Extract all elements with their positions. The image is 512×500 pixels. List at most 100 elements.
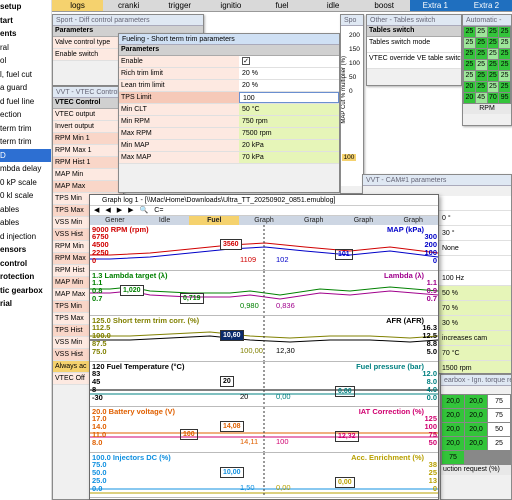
automatic-cell[interactable]: 70 [487, 93, 499, 103]
top-tab-idle[interactable]: idle [308, 0, 359, 11]
gearbox-cell[interactable]: 20,0 [465, 409, 487, 422]
graph-toolbar-button[interactable]: 🔍 [140, 206, 149, 215]
tables-switch-window[interactable]: Other - Tables switch Tables switch Tabl… [366, 14, 462, 86]
sidebar-item[interactable]: l, fuel cut [0, 68, 51, 82]
graph-toolbar-button[interactable]: ◀ [94, 206, 99, 215]
automatic-cell[interactable]: 25 [499, 49, 510, 59]
enable-checkbox[interactable]: ✓ [242, 57, 250, 66]
sidebar-item[interactable]: D [0, 148, 51, 162]
automatic-cell[interactable]: 25 [487, 82, 499, 92]
sport-diff-title[interactable]: Sport - Diff control parameters [53, 15, 203, 26]
spot-title[interactable]: Spo [341, 15, 363, 26]
graph-log-title[interactable]: Graph log 1 - [\\Mac\Home\Downloads\Ultr… [90, 195, 438, 206]
sidebar-item[interactable]: d injection [0, 230, 51, 244]
sidebar-item[interactable]: tart [0, 14, 51, 28]
automatic-cell[interactable]: 25 [487, 49, 499, 59]
graph-tab-fuel[interactable]: Fuel [189, 216, 240, 225]
vvt-cam-value[interactable]: increases cam [439, 331, 511, 346]
vvt-cam-value[interactable]: None [439, 241, 511, 256]
automatic-cell[interactable]: 25 [475, 49, 487, 59]
vvt-cam-value[interactable] [439, 256, 511, 271]
automatic-cell[interactable]: 20 [464, 93, 475, 103]
automatic-cell[interactable]: 25 [475, 27, 487, 37]
spot-selected[interactable]: 100 [342, 154, 356, 161]
fueling-row-value[interactable]: 100 [239, 92, 339, 103]
graph-toolbar-button[interactable]: ◀ [105, 206, 110, 215]
gearbox-cell[interactable]: 75 [488, 409, 510, 422]
fueling-row-value[interactable]: 20 % [239, 68, 339, 79]
automatic-cell[interactable]: 25 [475, 71, 487, 81]
top-tab-ignitio[interactable]: ignitio [205, 0, 256, 11]
gearbox-cell[interactable]: 50 [488, 423, 510, 436]
gearbox-cell[interactable]: 20,0 [442, 395, 464, 408]
graph-toolbar-button[interactable]: C= [154, 206, 163, 215]
graph-tab-graph[interactable]: Graph [388, 216, 438, 225]
automatic-cell[interactable]: 95 [499, 93, 510, 103]
automatic-cell[interactable]: 25 [499, 60, 510, 70]
sidebar-item[interactable]: rial [0, 297, 51, 311]
gearbox-cell[interactable]: 20,0 [442, 437, 464, 450]
automatic-title[interactable]: Automatic - [463, 15, 511, 26]
spot-window[interactable]: Spo MAP Cut % multiplier (%) 200 150 100 50… [340, 14, 364, 194]
automatic-cell[interactable]: 25 [464, 38, 475, 48]
fueling-row-value[interactable]: ✓ [239, 56, 339, 67]
sidebar-item[interactable]: ables [0, 203, 51, 217]
graph-panel[interactable]: 120 Fuel Temperature (°C) Fuel pressure (… [90, 361, 438, 407]
automatic-cell[interactable]: 25 [464, 27, 475, 37]
vvt-cam-value[interactable]: 50 % [439, 286, 511, 301]
sidebar-item[interactable]: 0 kl scale [0, 189, 51, 203]
fueling-row-value[interactable]: 7500 rpm [239, 128, 339, 139]
graph-toolbar-button[interactable]: ▶ [117, 206, 122, 215]
automatic-cell[interactable]: 25 [499, 82, 510, 92]
tables-switch-title[interactable]: Other - Tables switch [367, 15, 461, 26]
vvt-cam-value[interactable]: 30 % [439, 316, 511, 331]
automatic-cell[interactable]: 25 [487, 27, 499, 37]
automatic-cell[interactable]: 25 [499, 38, 510, 48]
sidebar-item[interactable]: ensors [0, 243, 51, 257]
top-tab-boost[interactable]: boost [359, 0, 410, 11]
vvt-cam-title[interactable]: VVT - CAM#1 parameters [363, 175, 511, 186]
sidebar-item[interactable]: d fuel line [0, 95, 51, 109]
automatic-window[interactable]: Automatic - 25 25 25 25 25 25 25 25 25 25 25 25 25 25… [462, 14, 512, 126]
automatic-cell[interactable]: 25 [464, 71, 475, 81]
sidebar-item[interactable]: control [0, 257, 51, 271]
graph-panel[interactable]: 9000 RPM (rpm) MAP (kPa) 6750 4500 2250 0 300 2… [90, 225, 438, 271]
graph-tab-idle[interactable]: Idle [140, 216, 190, 225]
top-tab-trigger[interactable]: trigger [154, 0, 205, 11]
graph-tab-graph[interactable]: Graph [289, 216, 339, 225]
fueling-row-value[interactable]: 750 rpm [239, 116, 339, 127]
automatic-cell[interactable]: 25 [487, 38, 499, 48]
sidebar-item[interactable]: 0 kP scale [0, 176, 51, 190]
sidebar-item[interactable]: tic gearbox [0, 284, 51, 298]
vvt-cam-value[interactable]: 0 ° [439, 211, 511, 226]
sidebar-item[interactable]: ol [0, 54, 51, 68]
graph-log-window[interactable]: Graph log 1 - [\\Mac\Home\Downloads\Ultr… [89, 194, 439, 500]
sidebar-item[interactable]: ables [0, 216, 51, 230]
graph-toolbar-button[interactable]: ▶ [128, 206, 133, 215]
automatic-cell[interactable]: 25 [475, 38, 487, 48]
sidebar-item[interactable]: setup [0, 0, 51, 14]
automatic-cell[interactable]: 20 [464, 82, 475, 92]
automatic-cell[interactable]: 25 [464, 60, 475, 70]
automatic-cell[interactable]: 25 [475, 82, 487, 92]
gearbox-cell[interactable]: 75 [488, 395, 510, 408]
graph-panel[interactable]: 125.0 Short term trim corr. (%) AFR (AFR)… [90, 316, 438, 362]
gearbox-cell[interactable]: 20,0 [465, 423, 487, 436]
sidebar-item[interactable]: ral [0, 41, 51, 55]
fueling-row-value[interactable]: 20 kPa [239, 140, 339, 151]
fueling-title[interactable]: Fueling - Short term trim parameters [119, 34, 339, 45]
automatic-cell[interactable]: 25 [499, 71, 510, 81]
vvt-cam-value[interactable]: 70 % [439, 301, 511, 316]
vvt-vtec-title[interactable]: VVT - VTEC Control [53, 87, 123, 98]
gearbox-title[interactable]: earbox - Ign. torque red [441, 375, 511, 386]
vvt-cam-value[interactable]: 1500 rpm [439, 361, 511, 373]
top-tab-logs[interactable]: logs [52, 0, 104, 11]
sidebar-item[interactable]: term trim [0, 122, 51, 136]
gearbox-window[interactable]: earbox - Ign. torque red 20,0 20,0 75 20,0 2… [440, 374, 512, 500]
sidebar-item[interactable]: mbda delay [0, 162, 51, 176]
gearbox-cell[interactable]: 20,0 [465, 395, 487, 408]
gearbox-cell[interactable]: 20,0 [442, 409, 464, 422]
sidebar-item[interactable]: rotection [0, 270, 51, 284]
gearbox-cell[interactable]: 25 [488, 437, 510, 450]
top-tab-cranki[interactable]: cranki [103, 0, 154, 11]
